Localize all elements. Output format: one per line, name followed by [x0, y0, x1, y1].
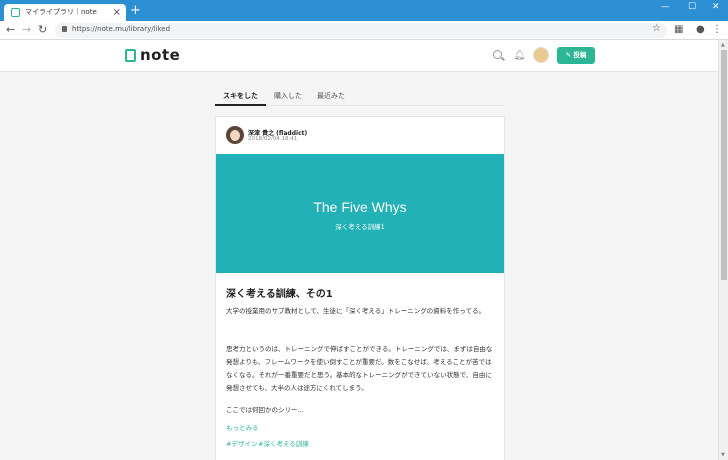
note-logo-icon[interactable] [125, 49, 136, 62]
browser-toolbar: ← → ↻ https://note.mu/library/liked ☆ ▦ … [0, 21, 728, 40]
tab-close-icon[interactable]: × [113, 5, 121, 20]
forward-arrow-icon[interactable]: → [22, 23, 31, 37]
notification-bell-icon[interactable]: 🔔︎ [513, 51, 526, 61]
post-date: 2018/02/04 18:41 [248, 136, 298, 142]
maximize-button[interactable]: ☐ [688, 2, 696, 12]
minimize-button[interactable]: — [661, 2, 670, 12]
back-arrow-icon[interactable]: ← [6, 23, 15, 37]
profile-icon[interactable]: ● [696, 24, 705, 36]
post-button[interactable]: ✎ 投稿 [557, 47, 595, 64]
new-tab-button[interactable]: + [130, 3, 141, 18]
article-paragraph-2: 思考力というのは、トレーニングで伸ばすことができる。トレーニングでは、まずは自由… [226, 345, 493, 392]
bookmark-star-icon[interactable]: ☆ [652, 23, 661, 34]
menu-kebab-icon[interactable]: ⋮ [712, 24, 722, 36]
tab-title: マイライブラリ｜note [25, 8, 97, 16]
tab-liked[interactable]: スキをした [223, 91, 258, 101]
author-face [230, 130, 240, 141]
hero-title: The Five Whys [313, 199, 407, 215]
article-card[interactable]: 深津 貴之 (fladdict) 2018/02/04 18:41 The Fi… [215, 116, 505, 460]
site-logo[interactable]: note [140, 46, 180, 64]
hero-subtitle: 深く考える訓練1 [335, 223, 385, 231]
extension-icon[interactable]: ▦ [674, 24, 683, 36]
tag-deep-thinking[interactable]: #深く考える訓練 [258, 438, 309, 448]
address-bar[interactable]: https://note.mu/library/liked ☆ [55, 23, 667, 38]
note-favicon-icon [11, 8, 20, 17]
lock-icon [62, 26, 67, 32]
tag-design[interactable]: #デザイン [226, 438, 257, 448]
user-avatar[interactable] [533, 47, 549, 63]
article-paragraph-3: ここでは何回かのシリー… [226, 406, 304, 414]
tab-purchased[interactable]: 購入した [274, 91, 302, 101]
close-window-button[interactable]: ✕ [712, 2, 720, 12]
url-text: https://note.mu/library/liked [72, 25, 171, 33]
search-icon[interactable] [493, 50, 502, 59]
page-scrollbar[interactable]: ▲ ▼ [718, 40, 728, 460]
reload-icon[interactable]: ↻ [38, 23, 47, 37]
active-tab-indicator [215, 104, 266, 106]
scroll-down-icon[interactable]: ▼ [721, 452, 725, 458]
browser-tab[interactable]: マイライブラリ｜note × [4, 4, 126, 21]
scroll-up-icon[interactable]: ▲ [721, 42, 725, 48]
browser-tab-strip: マイライブラリ｜note × + — ☐ ✕ [0, 0, 728, 21]
article-title[interactable]: 深く考える訓練、その1 [226, 285, 333, 300]
scroll-thumb[interactable] [721, 50, 727, 280]
article-hero-image[interactable]: The Five Whys 深く考える訓練1 [216, 154, 504, 273]
author-avatar[interactable] [226, 126, 244, 144]
article-paragraph-1: 大学の授業用のサブ教材として、生徒に「深く考える」トレーニングの資料を作ってる。 [226, 307, 485, 315]
site-header: note 🔔︎ ✎ 投稿 [0, 40, 718, 72]
tab-recently-viewed[interactable]: 最近みた [317, 91, 345, 101]
read-more-link[interactable]: もっとみる [226, 422, 259, 432]
